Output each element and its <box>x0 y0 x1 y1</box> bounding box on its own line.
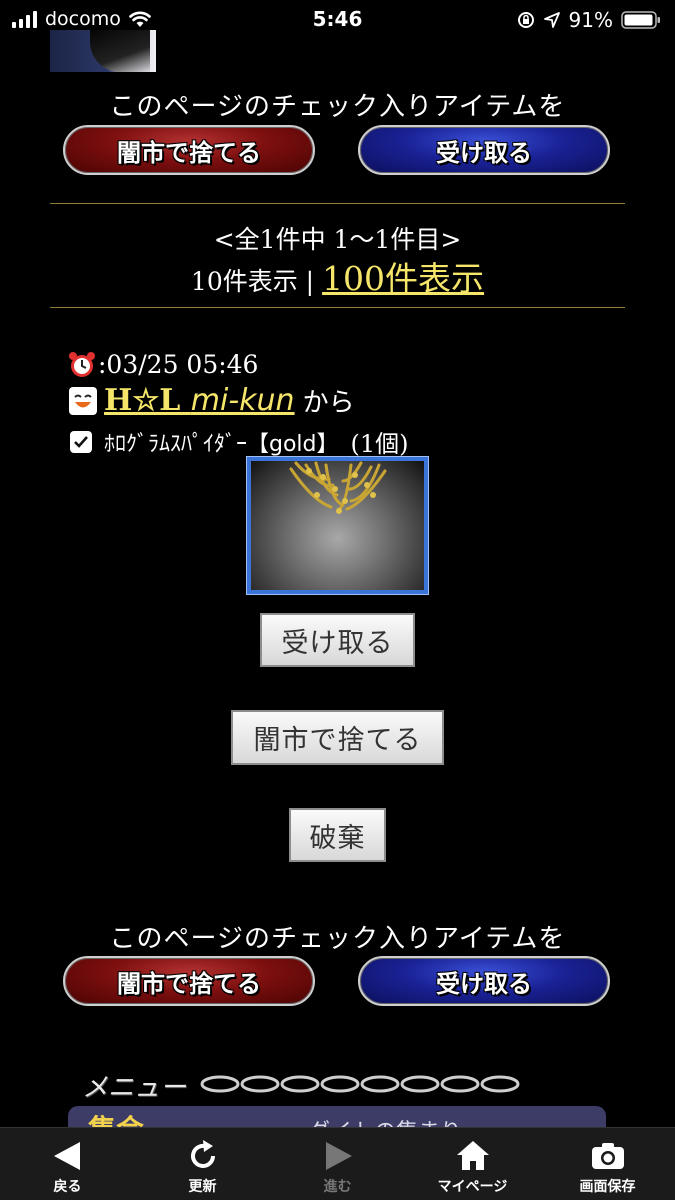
pager-size: 10件表示 | 100件表示 <box>0 252 675 300</box>
forward-arrow-icon <box>325 1142 352 1170</box>
camera-icon <box>591 1143 624 1169</box>
pager-100-link[interactable]: 100件表示 <box>322 259 484 298</box>
bulk-receive-button-top[interactable]: 受け取る <box>358 125 610 175</box>
toolbar-refresh-button[interactable]: 更新 <box>135 1128 270 1200</box>
toolbar-mypage-button[interactable]: マイページ <box>405 1128 540 1200</box>
battery-percent: 91% <box>568 8 613 32</box>
user-avatar-image[interactable] <box>50 30 156 72</box>
toolbar-forward-button[interactable]: 進む <box>270 1128 405 1200</box>
item-time-text: :03/25 05:46 <box>98 350 259 379</box>
pager-10-label: 10件表示 | <box>190 267 323 296</box>
bulk-blackmarket-button-bottom[interactable]: 闇市で捨てる <box>63 956 315 1006</box>
home-icon <box>456 1141 489 1170</box>
bulk-blackmarket-button-top[interactable]: 闇市で捨てる <box>63 125 315 175</box>
toolbar-back-label: 戻る <box>53 1179 82 1195</box>
toolbar-screenshot-button[interactable]: 画面保存 <box>540 1128 675 1200</box>
item-checkbox[interactable] <box>70 430 92 453</box>
location-icon <box>543 12 560 28</box>
sender-script: mi-kun <box>190 383 295 418</box>
toolbar-screenshot-label: 画面保存 <box>579 1179 636 1195</box>
item-sender: H☆L mi-kun から <box>68 382 355 419</box>
status-right: 91% <box>517 8 661 32</box>
page: docomo 5:46 91% このページのチェック入りアイテムを 闇市で捨てる… <box>0 0 675 1200</box>
browser-toolbar: 戻る 更新 進む マイページ 画面保存 <box>0 1127 675 1200</box>
sender-name-link[interactable]: H☆L mi-kun <box>104 383 295 418</box>
from-suffix: から <box>302 388 355 418</box>
pager-range: <全1件中 1〜1件目> <box>213 225 462 254</box>
bulk-receive-button-bottom[interactable]: 受け取る <box>358 956 610 1006</box>
blackmarket-discard-button[interactable]: 闇市で捨てる <box>231 710 444 765</box>
toolbar-mypage-label: マイページ <box>437 1179 508 1195</box>
smile-face-icon <box>69 386 97 415</box>
battery-icon <box>621 11 660 29</box>
back-arrow-icon <box>53 1142 80 1170</box>
refresh-icon <box>190 1140 215 1168</box>
menu-title: メニュー <box>82 1073 187 1103</box>
receive-button[interactable]: 受け取る <box>260 613 415 667</box>
alarm-clock-icon <box>69 351 95 377</box>
destroy-button[interactable]: 破棄 <box>289 808 386 862</box>
toolbar-forward-label: 進む <box>323 1179 352 1195</box>
orientation-lock-icon <box>517 12 534 28</box>
item-row: ﾎﾛｸﾞﾗﾑｽﾊﾟｲﾀﾞｰ【gold】 (1個) <box>70 424 409 459</box>
item-image <box>246 456 429 595</box>
check-icon <box>74 435 88 448</box>
bulk-caption-top: このページのチェック入りアイテムを <box>109 92 566 122</box>
item-quantity: (1個) <box>350 430 409 458</box>
item-name: ﾎﾛｸﾞﾗﾑｽﾊﾟｲﾀﾞｰ【gold】 <box>104 431 339 457</box>
divider <box>50 203 625 204</box>
item-timestamp: :03/25 05:46 <box>68 350 258 379</box>
bulk-caption-bottom: このページのチェック入りアイテムを <box>109 924 566 954</box>
divider <box>50 307 625 308</box>
toolbar-refresh-label: 更新 <box>188 1179 217 1195</box>
sender-prefix: H☆L <box>104 383 191 418</box>
toolbar-back-button[interactable]: 戻る <box>0 1128 135 1200</box>
spider-item-icon <box>289 461 387 514</box>
